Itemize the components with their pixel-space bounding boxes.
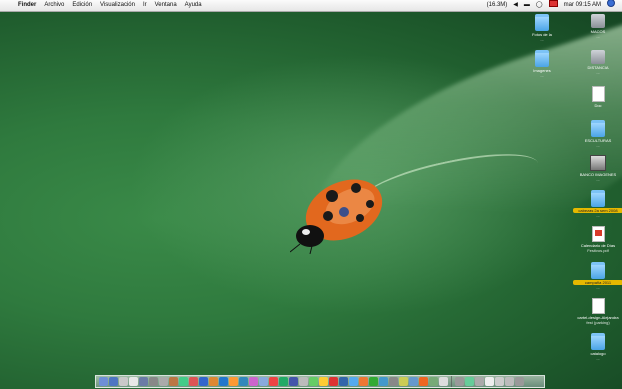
- dock-app-icon[interactable]: [289, 377, 298, 386]
- dock-app-icon[interactable]: [269, 377, 278, 386]
- dock-app-icon[interactable]: [389, 377, 398, 386]
- menu-clock[interactable]: mar 09:15 AM: [561, 0, 604, 11]
- dock-app-icon[interactable]: [455, 377, 464, 386]
- dock-app-icon[interactable]: [169, 377, 178, 386]
- spotlight-icon[interactable]: [604, 0, 618, 12]
- dock-app-icon[interactable]: [109, 377, 118, 386]
- volume-icon[interactable]: ◀: [510, 0, 521, 11]
- dock-app-icon[interactable]: [99, 377, 108, 386]
- menu-visualizacion[interactable]: Visualización: [96, 0, 139, 11]
- input-flag-icon[interactable]: [546, 0, 561, 12]
- dock-app-icon[interactable]: [259, 377, 268, 386]
- folder-icon: [591, 120, 605, 137]
- folder-icon: [591, 190, 605, 207]
- dock-separator: [451, 376, 452, 387]
- folder-icon: [535, 14, 549, 31]
- wallpaper-ladybug: [290, 179, 383, 254]
- folder-icon: [535, 50, 549, 67]
- desktop-icon-folder[interactable]: ESCULTURAS...: [573, 120, 622, 148]
- dock-app-icon[interactable]: [485, 377, 494, 386]
- menu-edicion[interactable]: Edición: [68, 0, 96, 11]
- menu-ir[interactable]: Ir: [139, 0, 151, 11]
- desktop-icon-folder[interactable]: cabezas 2a sem 2008...: [573, 190, 622, 218]
- dock-app-icon[interactable]: [359, 377, 368, 386]
- desktop-icon-photo[interactable]: BANCO IMAGENES...: [573, 155, 622, 182]
- desktop-icon-pdf[interactable]: Calendario de Días Festivos.pdf: [573, 226, 622, 253]
- dock-app-icon[interactable]: [379, 377, 388, 386]
- desktop-icon-sublabel: fest (parking): [586, 320, 610, 325]
- dock-app-icon[interactable]: [279, 377, 288, 386]
- dock-app-icon[interactable]: [239, 377, 248, 386]
- dock-app-icon[interactable]: [369, 377, 378, 386]
- desktop-icon-sublabel: ...: [596, 34, 600, 39]
- dock-app-icon[interactable]: [219, 377, 228, 386]
- dock-app-icon[interactable]: [465, 377, 474, 386]
- dock-app-icon[interactable]: [179, 377, 188, 386]
- dock: [95, 375, 545, 388]
- dock-app-icon[interactable]: [339, 377, 348, 386]
- bluetooth-icon[interactable]: ◯: [533, 0, 546, 11]
- dock-app-icon[interactable]: [349, 377, 358, 386]
- dock-app-icon[interactable]: [249, 377, 258, 386]
- desktop-icon-sublabel: Festivos.pdf: [587, 248, 609, 253]
- desktop-icon-sublabel: ...: [596, 285, 600, 290]
- desktop-icon-sublabel: ...: [540, 73, 544, 78]
- dock-app-icon[interactable]: [209, 377, 218, 386]
- dock-app-icon[interactable]: [399, 377, 408, 386]
- dock-app-icon[interactable]: [299, 377, 308, 386]
- dock-app-icon[interactable]: [409, 377, 418, 386]
- dock-app-icon[interactable]: [229, 377, 238, 386]
- dock-app-icon[interactable]: [199, 377, 208, 386]
- desktop-icon-drive[interactable]: DISTANCIA...: [573, 50, 622, 75]
- dock-app-icon[interactable]: [159, 377, 168, 386]
- dock-app-icon[interactable]: [129, 377, 138, 386]
- menu-ventana[interactable]: Ventana: [151, 0, 181, 11]
- folder-icon: [591, 262, 605, 279]
- dock-app-icon[interactable]: [139, 377, 148, 386]
- desktop-icon-folder[interactable]: Imagenes...: [517, 50, 567, 78]
- folder-icon: [591, 333, 605, 350]
- dock-app-icon[interactable]: [429, 377, 438, 386]
- desktop-icon-doc[interactable]: Doc: [573, 86, 622, 108]
- dock-app-icon[interactable]: [189, 377, 198, 386]
- dock-app-icon[interactable]: [505, 377, 514, 386]
- dock-app-icon[interactable]: [149, 377, 158, 386]
- dock-app-icon[interactable]: [475, 377, 484, 386]
- menu-ayuda[interactable]: Ayuda: [181, 0, 206, 11]
- desktop-icon-sublabel: ...: [596, 213, 600, 218]
- menu-extras: (16.3M) ◀ ▬ ◯ mar 09:15 AM: [484, 0, 622, 12]
- desktop-icon-folder[interactable]: campaña 2011...: [573, 262, 622, 290]
- desktop-icon-sublabel: ...: [596, 356, 600, 361]
- dock-app-icon[interactable]: [309, 377, 318, 386]
- dock-app-icon[interactable]: [319, 377, 328, 386]
- dock-app-icon[interactable]: [495, 377, 504, 386]
- desktop-icon-folder[interactable]: catalogo...: [573, 333, 622, 361]
- desktop-icon-folder[interactable]: Fotos de la...: [517, 14, 567, 42]
- dock-app-icon[interactable]: [329, 377, 338, 386]
- desktop-icon-label: Doc: [594, 103, 602, 108]
- menu-bar: Finder Archivo Edición Visualización Ir …: [0, 0, 622, 12]
- display-icon[interactable]: ▬: [521, 0, 533, 11]
- drive-icon: [591, 14, 605, 28]
- desktop-icon-drive[interactable]: MACOS...: [573, 14, 622, 39]
- desktop-icon-sublabel: ...: [596, 177, 600, 182]
- desktop-icon-sublabel: ...: [596, 70, 600, 75]
- battery-status[interactable]: (16.3M): [484, 0, 511, 11]
- dock-app-icon[interactable]: [515, 377, 524, 386]
- menu-finder[interactable]: Finder: [14, 0, 40, 11]
- pdf-icon: [591, 226, 605, 242]
- doc-icon: [591, 86, 605, 102]
- photo-icon: [590, 155, 606, 171]
- desktop-icon-sublabel: ...: [596, 143, 600, 148]
- desktop-icon-doc[interactable]: cartel-design-Alejandra fest (parking): [573, 298, 622, 325]
- doc-icon: [591, 298, 605, 314]
- dock-app-icon[interactable]: [119, 377, 128, 386]
- drive-icon: [591, 50, 605, 64]
- desktop-icon-sublabel: ...: [540, 37, 544, 42]
- menu-archivo[interactable]: Archivo: [40, 0, 68, 11]
- dock-app-icon[interactable]: [419, 377, 428, 386]
- dock-app-icon[interactable]: [439, 377, 448, 386]
